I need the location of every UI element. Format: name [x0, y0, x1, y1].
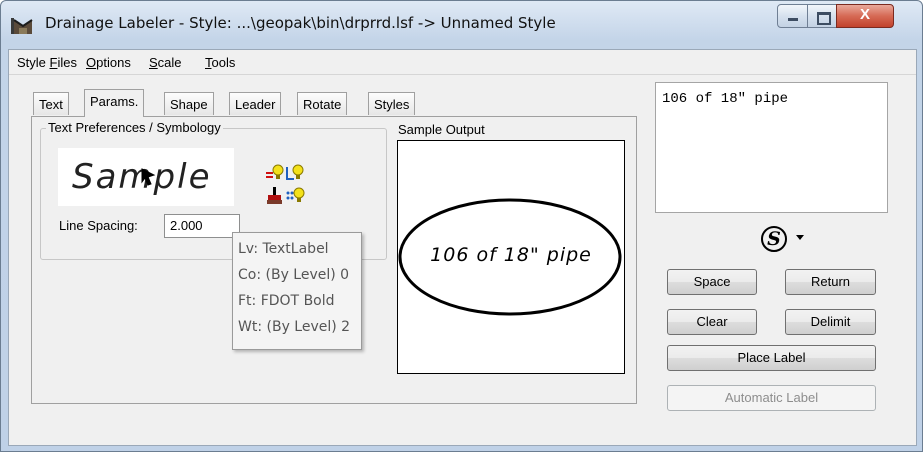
style-lightbulb-icon[interactable]: [285, 163, 305, 183]
label-text-area[interactable]: 106 of 18" pipe: [655, 82, 888, 213]
menu-scale[interactable]: Scale: [149, 55, 182, 70]
automatic-label-button[interactable]: Automatic Label: [667, 385, 876, 411]
line-spacing-input[interactable]: 2.000: [164, 214, 240, 238]
close-button[interactable]: X: [836, 4, 894, 28]
sample-output-preview: 106 of 18" pipe: [397, 140, 625, 374]
delimit-button[interactable]: Delimit: [785, 309, 876, 335]
tab-rotate[interactable]: Rotate: [297, 92, 348, 115]
line-spacing-label: Line Spacing:: [59, 218, 138, 233]
text-preferences-label: Text Preferences / Symbology: [46, 120, 223, 135]
menu-style-files[interactable]: Style Files: [17, 55, 77, 70]
drainage-app-icon: [11, 18, 33, 34]
menu-bar: Style Files Options Scale Tools: [9, 50, 916, 75]
window-title: Drainage Labeler - Style: ...\geopak\bin…: [45, 14, 556, 32]
tab-params[interactable]: Params.: [84, 89, 145, 117]
minimize-button[interactable]: [777, 4, 808, 28]
sample-output-text: 106 of 18" pipe: [430, 244, 592, 266]
tooltip-level: Lv: TextLabel: [238, 241, 329, 257]
cursor-icon: [141, 168, 156, 186]
tooltip-color: Co: (By Level) 0: [238, 267, 350, 283]
tab-shape[interactable]: Shape: [164, 92, 214, 115]
return-button[interactable]: Return: [785, 269, 876, 295]
tab-text[interactable]: Text: [33, 92, 69, 115]
tab-leader[interactable]: Leader: [229, 92, 282, 115]
space-button[interactable]: Space: [667, 269, 757, 295]
menu-tools[interactable]: Tools: [205, 55, 235, 70]
menu-options[interactable]: Options: [86, 55, 131, 70]
s-symbol-icon[interactable]: S: [761, 226, 787, 252]
title-bar: Drainage Labeler - Style: ...\geopak\bin…: [1, 1, 922, 47]
symbology-tooltip: Lv: TextLabel Co: (By Level) 0 Ft: FDOT …: [232, 232, 362, 350]
tooltip-weight: Wt: (By Level) 2: [238, 319, 351, 335]
level-lightbulb-icon[interactable]: [265, 163, 285, 183]
weight-lightbulb-icon[interactable]: [285, 186, 305, 206]
sample-output-label: Sample Output: [398, 122, 485, 137]
place-label-button[interactable]: Place Label: [667, 345, 876, 371]
font-brush-icon[interactable]: [265, 186, 285, 206]
clear-button[interactable]: Clear: [667, 309, 757, 335]
chevron-down-icon[interactable]: [796, 235, 804, 240]
tooltip-font: Ft: FDOT Bold: [238, 293, 335, 309]
close-icon: X: [859, 6, 870, 23]
maximize-button[interactable]: [807, 4, 837, 28]
tab-styles[interactable]: Styles: [368, 92, 416, 115]
